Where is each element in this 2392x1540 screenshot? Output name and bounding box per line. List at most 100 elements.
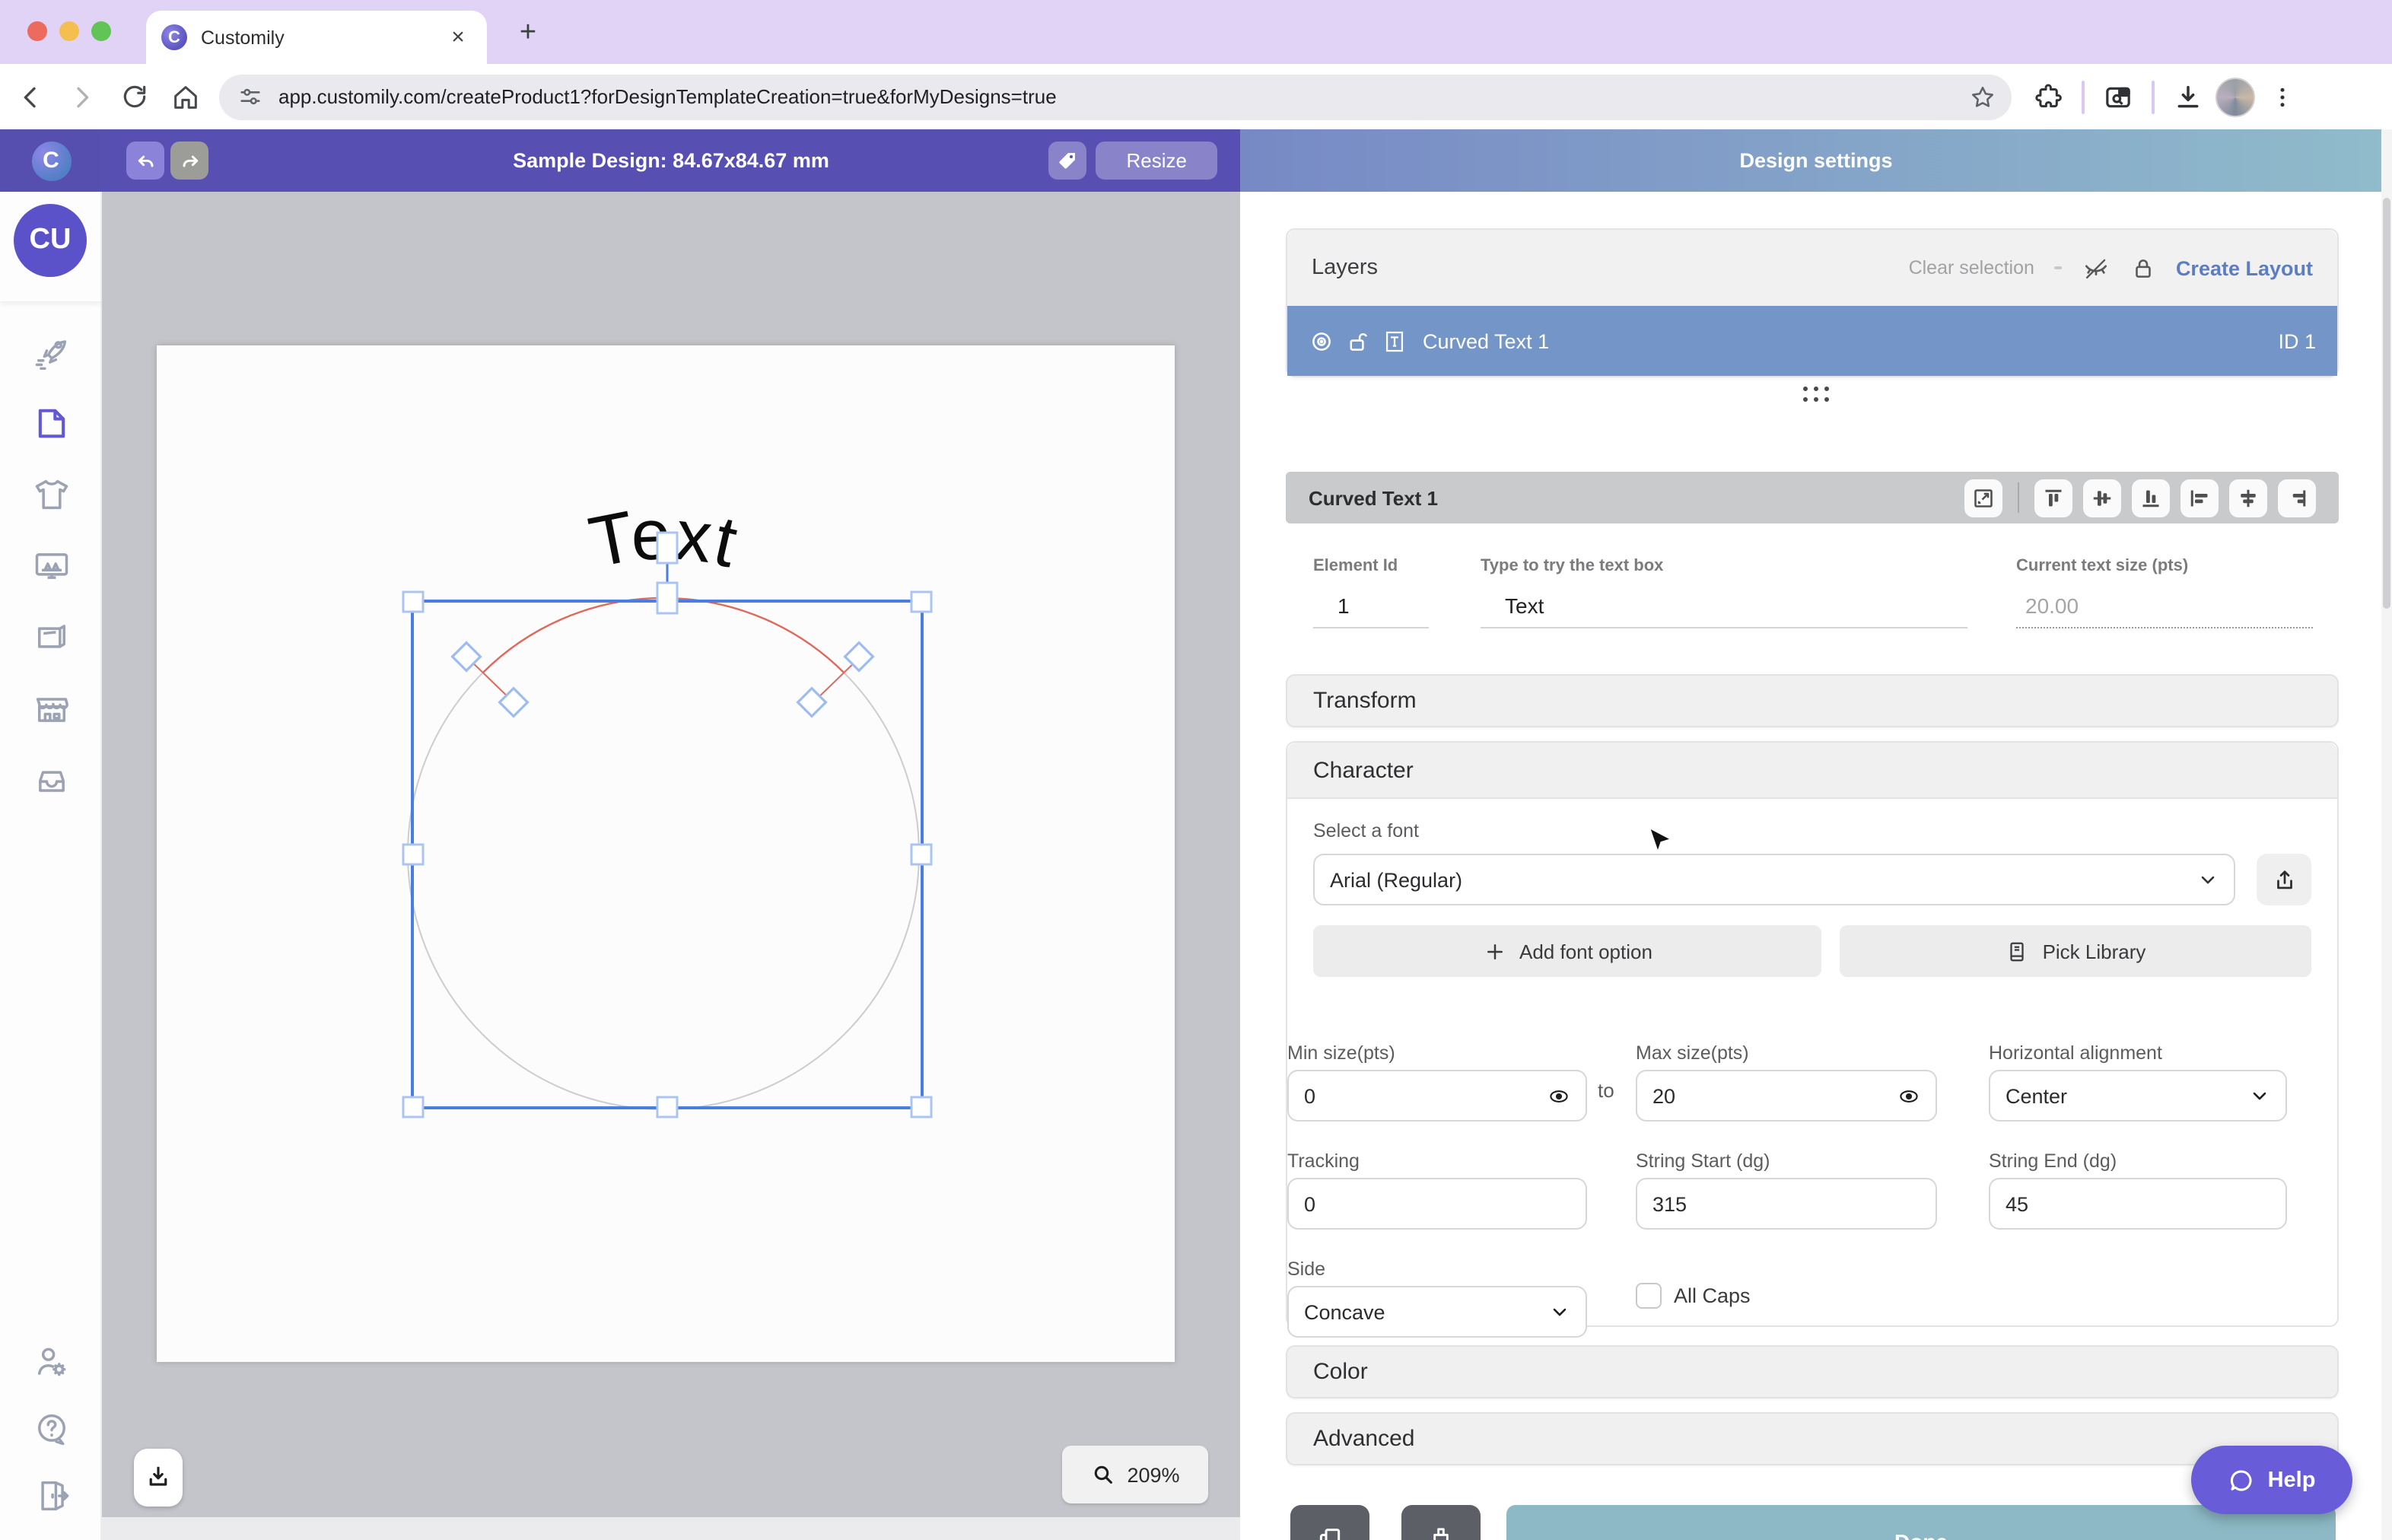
search-tabs-icon[interactable]: [2097, 75, 2139, 118]
character-title: Character: [1313, 757, 1414, 783]
tracking-value[interactable]: [1304, 1192, 1570, 1215]
rocket-icon[interactable]: [28, 329, 74, 374]
bookmark-star-icon[interactable]: [1963, 77, 2002, 116]
new-tab-button[interactable]: +: [508, 14, 548, 53]
character-section-header[interactable]: Character: [1287, 743, 2337, 799]
download-design-button[interactable]: [134, 1449, 183, 1507]
viewport: C Customily × + app.customily.com/create…: [0, 0, 2392, 1540]
mockup-monitor-icon[interactable]: [28, 543, 74, 589]
top-center-handle[interactable]: [656, 581, 679, 615]
element-id-label: Element Id: [1313, 557, 1398, 575]
try-text-input[interactable]: Text: [1481, 593, 1967, 628]
maximize-window-button[interactable]: [91, 21, 111, 41]
logout-door-icon[interactable]: [28, 1473, 74, 1519]
menu-kebab-icon[interactable]: [2261, 75, 2304, 118]
close-window-button[interactable]: [27, 21, 47, 41]
tshirt-icon[interactable]: [28, 472, 74, 517]
all-caps-checkbox[interactable]: [1636, 1283, 1662, 1309]
align-top-icon[interactable]: [2034, 479, 2072, 517]
undo-button[interactable]: [126, 142, 164, 180]
layer-visibility-icon[interactable]: [1309, 328, 1334, 354]
align-vertical-center-icon[interactable]: [2083, 479, 2121, 517]
string-end-value[interactable]: [2006, 1192, 2270, 1215]
align-left-icon[interactable]: [2180, 479, 2219, 517]
resize-button[interactable]: Resize: [1096, 142, 1217, 180]
font-select[interactable]: Arial (Regular): [1313, 854, 2235, 905]
inbox-icon[interactable]: [28, 758, 74, 803]
forward-icon[interactable]: [61, 75, 103, 118]
url-text[interactable]: app.customily.com/createProduct1?forDesi…: [278, 85, 1963, 108]
lock-all-icon[interactable]: [2130, 255, 2156, 281]
create-layout-link[interactable]: Create Layout: [2176, 256, 2313, 279]
layer-unlock-icon[interactable]: [1345, 328, 1371, 354]
scrollbar-thumb[interactable]: [2383, 198, 2390, 609]
tracking-input[interactable]: [1287, 1178, 1587, 1230]
designs-file-icon[interactable]: [28, 400, 74, 446]
upload-font-button[interactable]: [2257, 854, 2311, 905]
clear-brush-button[interactable]: [1401, 1505, 1481, 1540]
min-size-input[interactable]: [1287, 1070, 1587, 1122]
pick-library-label: Pick Library: [2042, 940, 2146, 963]
customily-logo[interactable]: C: [31, 141, 71, 180]
max-size-eye-icon[interactable]: [1897, 1084, 1920, 1107]
tab-close-icon[interactable]: ×: [444, 24, 472, 51]
browser-tab[interactable]: C Customily ×: [146, 11, 487, 64]
store-icon[interactable]: [28, 686, 74, 732]
selection-box[interactable]: [411, 600, 924, 1109]
advanced-section-header[interactable]: Advanced: [1286, 1412, 2339, 1465]
design-canvas[interactable]: Text 209%: [102, 192, 1240, 1540]
back-icon[interactable]: [9, 75, 52, 118]
transform-title: Transform: [1313, 688, 1417, 714]
color-section-header[interactable]: Color: [1286, 1345, 2339, 1398]
account-avatar[interactable]: CU: [14, 204, 87, 277]
reload-icon[interactable]: [113, 75, 155, 118]
duplicate-button[interactable]: [1290, 1505, 1369, 1540]
panel-drag-handle[interactable]: [1240, 387, 2392, 403]
home-icon[interactable]: [164, 75, 207, 118]
tag-button[interactable]: [1048, 142, 1087, 180]
curve-diamond-handles[interactable]: [450, 641, 875, 718]
max-size-input[interactable]: [1636, 1070, 1937, 1122]
chevron-down-icon: [2197, 869, 2219, 890]
horizontal-scrollbar[interactable]: [102, 1517, 1240, 1540]
side-select[interactable]: Concave: [1287, 1286, 1587, 1338]
max-size-value[interactable]: [1652, 1084, 1897, 1107]
add-font-option-button[interactable]: Add font option: [1313, 925, 1822, 977]
help-button[interactable]: Help: [2191, 1446, 2352, 1514]
max-size-label: Max size(pts): [1636, 1042, 1749, 1064]
help-question-icon[interactable]: [28, 1406, 74, 1452]
horizontal-alignment-select[interactable]: Center: [1989, 1070, 2287, 1122]
layer-row[interactable]: Curved Text 1 ID 1: [1287, 306, 2337, 376]
rotation-handle[interactable]: [656, 531, 679, 565]
brush-icon: [1433, 1528, 1449, 1540]
profile-avatar[interactable]: [2215, 77, 2255, 116]
align-bottom-icon[interactable]: [2132, 479, 2170, 517]
zoom-control[interactable]: 209%: [1062, 1446, 1208, 1503]
hide-all-eye-off-icon[interactable]: [2082, 253, 2110, 282]
site-settings-icon[interactable]: [237, 84, 263, 110]
redo-button[interactable]: [170, 142, 208, 180]
address-bar[interactable]: app.customily.com/createProduct1?forDesi…: [219, 74, 2012, 119]
extensions-icon[interactable]: [2027, 75, 2069, 118]
chevron-down-icon: [1549, 1301, 1570, 1322]
pick-library-button[interactable]: Pick Library: [1840, 925, 2311, 977]
string-end-input[interactable]: [1989, 1178, 2287, 1230]
transform-section-header[interactable]: Transform: [1286, 674, 2339, 727]
min-size-value[interactable]: [1304, 1084, 1547, 1107]
fit-to-canvas-icon[interactable]: [1964, 479, 2002, 517]
min-size-eye-icon[interactable]: [1547, 1084, 1570, 1107]
selection-handles[interactable]: [402, 590, 933, 1118]
downloads-icon[interactable]: [2167, 75, 2209, 118]
artboard[interactable]: Text: [157, 345, 1175, 1362]
align-horizontal-center-icon[interactable]: [2229, 479, 2267, 517]
page-scrollbar[interactable]: [2381, 129, 2392, 1540]
element-id-input[interactable]: 1: [1313, 593, 1429, 628]
minimize-window-button[interactable]: [59, 21, 79, 41]
align-right-icon[interactable]: [2278, 479, 2316, 517]
clear-selection-link[interactable]: Clear selection: [1909, 257, 2034, 278]
string-start-value[interactable]: [1652, 1192, 1920, 1215]
done-label: Done: [1894, 1529, 1948, 1540]
string-start-input[interactable]: [1636, 1178, 1937, 1230]
account-settings-icon[interactable]: [28, 1339, 74, 1385]
templates-icon[interactable]: [28, 615, 74, 660]
